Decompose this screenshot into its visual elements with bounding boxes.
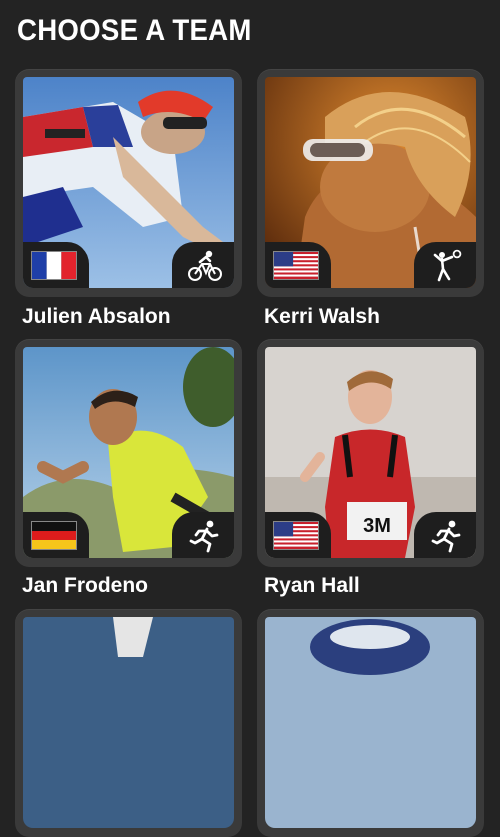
flag-tab — [265, 512, 331, 558]
sport-tab — [172, 512, 234, 558]
athlete-photo — [265, 77, 476, 288]
running-icon — [189, 520, 219, 553]
athlete-card-ryan-hall[interactable]: 3M — [257, 339, 484, 567]
athlete-card-jan-frodeno[interactable] — [15, 339, 242, 567]
athlete-name[interactable]: Kerri Walsh — [264, 305, 380, 329]
flag-tab — [23, 242, 89, 288]
running-icon — [431, 520, 461, 553]
athlete-photo — [23, 347, 234, 558]
sport-tab — [414, 512, 476, 558]
athlete-photo — [23, 77, 234, 288]
athlete-photo: 3M — [265, 347, 476, 558]
volleyball-icon — [433, 249, 462, 282]
germany-flag-icon — [31, 521, 77, 550]
svg-text:3M: 3M — [363, 515, 391, 537]
usa-flag-icon — [273, 521, 319, 550]
athlete-card-partial[interactable] — [15, 609, 242, 837]
usa-flag-icon — [273, 251, 319, 280]
athlete-photo — [265, 617, 476, 828]
cycling-icon — [188, 250, 222, 281]
flag-tab — [265, 242, 331, 288]
france-flag-icon — [31, 251, 77, 280]
page-title: CHOOSE A TEAM — [17, 14, 252, 47]
sport-tab — [172, 242, 234, 288]
athlete-photo — [23, 617, 234, 828]
athlete-card-julien-absalon[interactable] — [15, 69, 242, 297]
athlete-name[interactable]: Julien Absalon — [22, 305, 171, 329]
sport-tab — [414, 242, 476, 288]
athlete-name[interactable]: Ryan Hall — [264, 574, 360, 598]
athlete-card-kerri-walsh[interactable] — [257, 69, 484, 297]
flag-tab — [23, 512, 89, 558]
athlete-name[interactable]: Jan Frodeno — [22, 574, 148, 598]
athlete-card-partial[interactable] — [257, 609, 484, 837]
